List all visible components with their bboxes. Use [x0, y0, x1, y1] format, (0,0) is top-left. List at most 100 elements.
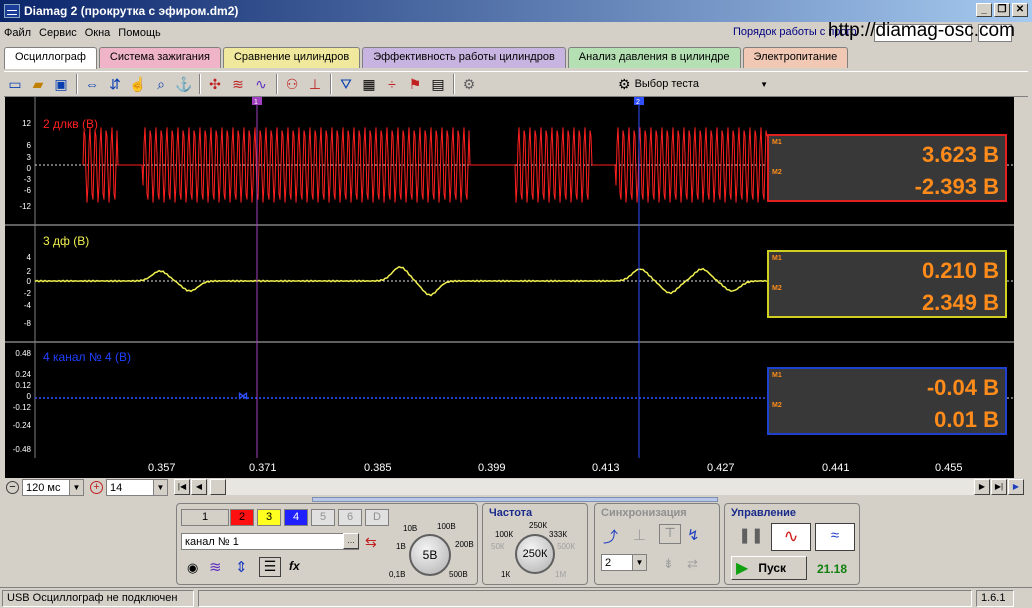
- line-style-icon[interactable]: ☰: [259, 557, 281, 577]
- close-button[interactable]: ✕: [1012, 3, 1028, 17]
- sync-offset-icon[interactable]: ⇟: [663, 556, 674, 572]
- panel-splitter[interactable]: [312, 497, 718, 502]
- auto-scale-icon[interactable]: ⚇: [281, 73, 303, 95]
- scroll-first-button[interactable]: |◀: [174, 479, 190, 495]
- tab-pressure[interactable]: Анализ давления в цилиндре: [567, 47, 741, 68]
- wave-stack-icon[interactable]: ∿: [250, 73, 272, 95]
- toolbar: ▭ ▰ ▣ ⇔ ⇵ ☝ ⌕ ⚓ ✣ ≋ ∿ ⚇ ⊥ ⛛ ▦ ÷ ⚑ ▤ ⚙ ⚙ …: [4, 71, 1028, 97]
- frequency-knob[interactable]: 250К: [515, 534, 555, 574]
- notes-icon[interactable]: ▤: [427, 73, 449, 95]
- scroll-thumb[interactable]: [210, 479, 226, 495]
- menu-file[interactable]: Файл: [0, 27, 35, 39]
- channel-5-button[interactable]: 5: [311, 509, 335, 526]
- save-icon[interactable]: ▣: [50, 73, 72, 95]
- y-tick: 2: [26, 267, 31, 276]
- scroll-left-button[interactable]: ◀: [191, 479, 207, 495]
- eye-icon[interactable]: ◉: [187, 560, 198, 576]
- oscilloscope-display[interactable]: ⋈ 1 2 2 длкв (В) 3 дф (В) 4 канал № 4 (В) …: [5, 97, 1014, 477]
- flag-icon[interactable]: ⚑: [404, 73, 426, 95]
- website-url[interactable]: http://diamag-osc.com: [824, 20, 1019, 42]
- timebase-select[interactable]: 120 мс ▼: [22, 479, 84, 496]
- vertical-scale-icon[interactable]: ⇕: [235, 558, 248, 576]
- test-select-button[interactable]: ⚙ Выбор теста ▼: [618, 74, 774, 94]
- cursor-1-label: 1: [254, 99, 258, 106]
- overlay-icon[interactable]: ✣: [204, 73, 226, 95]
- m2-label: M2: [772, 285, 782, 292]
- channel-d-button[interactable]: D: [365, 509, 389, 526]
- play-scroll-button[interactable]: ▶: [1008, 479, 1024, 495]
- chevron-down-icon: ▼: [69, 480, 83, 495]
- zoom-value: 14: [110, 481, 123, 494]
- scroll-last-button[interactable]: ▶|: [991, 479, 1007, 495]
- menu-windows[interactable]: Окна: [81, 27, 115, 39]
- hand-icon[interactable]: ☝: [127, 73, 149, 95]
- y-tick: 3: [26, 153, 31, 162]
- menu-service[interactable]: Сервис: [35, 27, 81, 39]
- channel-2-measure-panel: M1 M2 3.623 В -2.393 В: [767, 134, 1007, 202]
- channel-swap-icon[interactable]: ⇆: [365, 534, 377, 551]
- scroll-right-button[interactable]: ▶: [974, 479, 990, 495]
- channel-select[interactable]: канал № 1: [181, 533, 359, 550]
- split-icon[interactable]: ÷: [381, 73, 403, 95]
- channel-4-m1-value: -0.04 В: [926, 375, 999, 400]
- channel-more-button[interactable]: …: [343, 533, 359, 549]
- channel-1-button[interactable]: 1: [181, 509, 229, 526]
- zoom-in-icon[interactable]: +: [90, 481, 103, 494]
- falling-edge-icon[interactable]: ⊥: [633, 526, 646, 544]
- volt-label: 200В: [455, 540, 474, 549]
- channel-4-m2-value: 0.01 В: [934, 407, 999, 432]
- pause-button[interactable]: ❚❚: [733, 523, 769, 551]
- minimize-button[interactable]: _: [976, 3, 992, 17]
- menu-bar: Файл Сервис Окна Помощь Порядок работы с…: [0, 20, 1032, 44]
- tab-power[interactable]: Электропитание: [742, 47, 849, 68]
- volt-label: 1В: [396, 542, 406, 551]
- function-icon[interactable]: fx: [289, 559, 300, 573]
- multi-wave-button[interactable]: ≈: [815, 523, 855, 551]
- channel-3-measure-panel: M1 M2 0.210 В 2.349 В: [767, 250, 1007, 318]
- volt-label: 0,1В: [389, 570, 406, 579]
- m1-label: M1: [772, 255, 782, 262]
- channel-3-button[interactable]: 3: [257, 509, 281, 526]
- y-tick: -12: [19, 202, 31, 211]
- zero-level-icon[interactable]: ⊥: [304, 73, 326, 95]
- volt-knob[interactable]: 5В: [409, 534, 451, 576]
- tab-oscilloscope[interactable]: Осциллограф: [4, 47, 97, 69]
- sine-mode-button[interactable]: ∿: [771, 523, 811, 551]
- zoom-select[interactable]: 14 ▼: [106, 479, 168, 496]
- cursor-arrows-icon[interactable]: ⇔: [81, 73, 103, 95]
- tab-ignition[interactable]: Система зажигания: [98, 47, 221, 68]
- table-icon[interactable]: ▦: [358, 73, 380, 95]
- tab-cylinder-efficiency[interactable]: Эффективность работы цилиндров: [362, 47, 566, 68]
- maximize-button[interactable]: ❐: [994, 3, 1010, 17]
- wave-overlay-icon[interactable]: ≋: [227, 73, 249, 95]
- filter-icon[interactable]: ⛛: [335, 73, 357, 95]
- auto-settings-icon[interactable]: ⚙: [458, 73, 480, 95]
- new-file-icon[interactable]: ▭: [4, 73, 26, 95]
- menu-help[interactable]: Помощь: [114, 27, 165, 39]
- sync-auto-icon[interactable]: ↯: [687, 526, 700, 544]
- y-tick: 0: [26, 277, 31, 286]
- sync-level-icon[interactable]: ⊤: [659, 524, 681, 544]
- start-button[interactable]: ▶ Пуск: [731, 556, 807, 580]
- y-tick: 12: [22, 119, 31, 128]
- channel-2-button[interactable]: 2: [230, 509, 254, 526]
- zoom-fit-icon[interactable]: ⚓: [173, 73, 195, 95]
- sync-channel-select[interactable]: 2 ▼: [601, 554, 647, 571]
- open-folder-icon[interactable]: ▰: [27, 73, 49, 95]
- x-tick: 0.455: [935, 462, 963, 474]
- channel-6-button[interactable]: 6: [338, 509, 362, 526]
- tab-cylinder-compare[interactable]: Сравнение цилиндров: [222, 47, 361, 68]
- sync-channel-value: 2: [605, 556, 612, 569]
- horizontal-scrollbar[interactable]: [208, 479, 974, 495]
- wave-icon[interactable]: ≋: [209, 558, 222, 576]
- zoom-out-icon[interactable]: −: [6, 481, 19, 494]
- zoom-icon[interactable]: ⌕: [150, 73, 172, 95]
- y-tick: -0.12: [12, 403, 31, 412]
- channel-settings-group: 1 2 3 4 5 6 D канал № 1 … ⇆ ◉ ≋ ⇕ ☰ fx 1…: [176, 503, 478, 585]
- frequency-group: Частота 250К 100К 333К 50К 500К 1К 1М 25…: [482, 503, 588, 585]
- rising-edge-icon[interactable]: ⤴: [603, 526, 618, 547]
- channel-4-button[interactable]: 4: [284, 509, 308, 526]
- sync-move-icon[interactable]: ⇄: [687, 556, 698, 572]
- volt-label: 500В: [449, 570, 468, 579]
- signal-cursor-icon[interactable]: ⇵: [104, 73, 126, 95]
